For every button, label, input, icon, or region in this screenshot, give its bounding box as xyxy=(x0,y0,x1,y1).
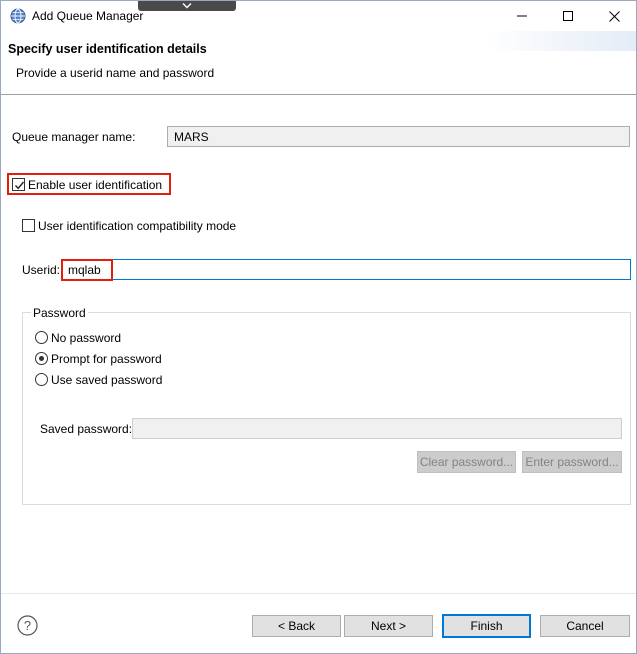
minimize-button[interactable] xyxy=(499,1,545,31)
prompt-password-radio[interactable] xyxy=(35,352,48,365)
page-title: Specify user identification details xyxy=(8,42,207,56)
compat-mode-checkbox[interactable] xyxy=(22,219,35,232)
saved-password-option-label[interactable]: Use saved password xyxy=(51,373,162,387)
header-banner: Specify user identification details Prov… xyxy=(1,31,636,95)
radio-selected-dot xyxy=(39,356,44,361)
footer-divider xyxy=(1,593,636,594)
saved-password-radio[interactable] xyxy=(35,373,48,386)
prompt-password-label[interactable]: Prompt for password xyxy=(51,352,162,366)
finish-button[interactable]: Finish xyxy=(442,614,531,638)
minimize-icon xyxy=(517,15,527,17)
app-globe-icon xyxy=(10,8,26,24)
checkmark-icon xyxy=(14,181,25,190)
close-button[interactable] xyxy=(591,1,637,31)
userid-input[interactable]: mqlab xyxy=(61,259,631,280)
header-divider xyxy=(1,94,636,95)
page-subtitle: Provide a userid name and password xyxy=(16,66,215,80)
queue-manager-label: Queue manager name: xyxy=(12,130,136,144)
banner-decoration xyxy=(486,31,636,51)
cancel-button[interactable]: Cancel xyxy=(540,615,630,637)
password-group-label: Password xyxy=(31,306,88,320)
enable-user-id-label[interactable]: Enable user identification xyxy=(28,178,162,192)
maximize-icon xyxy=(563,11,573,21)
userid-label: Userid: xyxy=(22,263,61,277)
add-queue-manager-dialog: Add Queue Manager Specify user identific xyxy=(0,0,637,654)
clear-password-button[interactable]: Clear password... xyxy=(417,451,516,473)
enter-password-button[interactable]: Enter password... xyxy=(522,451,622,473)
title-bar: Add Queue Manager xyxy=(1,1,636,31)
chevron-down-icon xyxy=(182,3,192,9)
back-button[interactable]: < Back xyxy=(252,615,341,637)
svg-text:?: ? xyxy=(24,618,31,633)
maximize-button[interactable] xyxy=(545,1,591,31)
help-icon[interactable]: ? xyxy=(17,615,38,636)
title-dropdown-tab[interactable] xyxy=(138,1,236,11)
compat-mode-label[interactable]: User identification compatibility mode xyxy=(38,219,236,233)
close-icon xyxy=(608,10,620,22)
no-password-radio[interactable] xyxy=(35,331,48,344)
next-button[interactable]: Next > xyxy=(344,615,433,637)
saved-password-label: Saved password: xyxy=(40,422,133,436)
enable-user-id-checkbox[interactable] xyxy=(12,178,25,191)
no-password-label[interactable]: No password xyxy=(51,331,121,345)
saved-password-field[interactable] xyxy=(132,418,622,439)
highlight-userid xyxy=(61,259,113,281)
window-title: Add Queue Manager xyxy=(32,9,144,23)
queue-manager-field: MARS xyxy=(167,126,630,147)
